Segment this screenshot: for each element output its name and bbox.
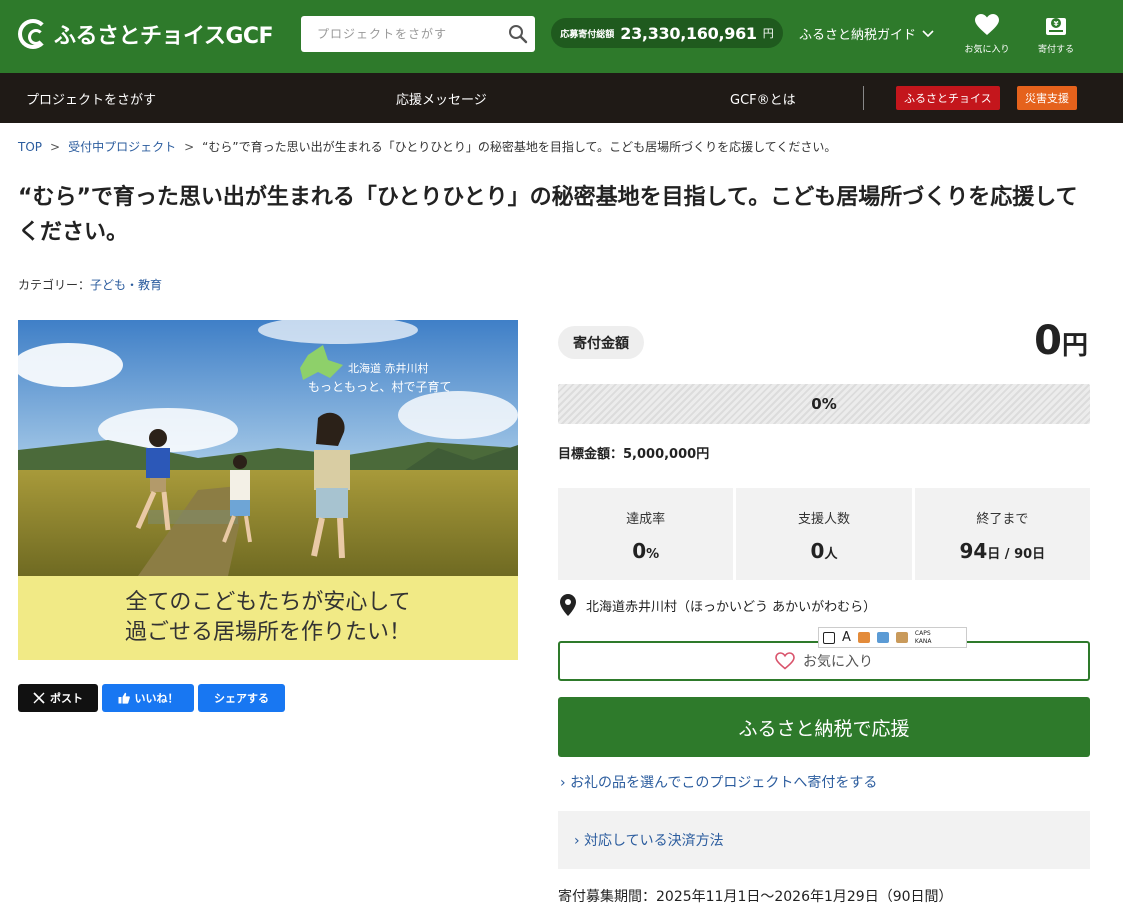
map-pin-icon xyxy=(560,594,576,616)
breadcrumb-separator: > xyxy=(184,140,195,154)
facebook-like-label: いいね！ xyxy=(134,692,179,705)
hero-caption: 全てのこどもたちが安心して 過ごせる居場所を作りたい！ xyxy=(18,576,518,660)
furusato-choice-badge[interactable]: ふるさとチョイス xyxy=(896,86,1000,110)
chevron-right-icon: › xyxy=(574,833,580,849)
breadcrumb: TOP > 受付中プロジェクト > “むら”で育った思い出が生まれる「ひとりひとり」の秘… xyxy=(18,138,836,155)
heart-icon xyxy=(975,14,999,35)
donation-amount-label: 寄付金額 xyxy=(558,326,644,359)
ime-toolbar: A CAPS KANA xyxy=(818,627,967,648)
nav-item-about-gcf[interactable]: GCF®とは xyxy=(730,89,796,108)
stat-achievement-rate: 達成率 0% xyxy=(558,488,734,580)
hero-photo xyxy=(18,320,518,576)
furusato-guide-menu[interactable]: ふるさと納税ガイド xyxy=(799,24,934,43)
facebook-like-button[interactable]: いいね！ xyxy=(102,684,194,712)
select-gift-link[interactable]: › お礼の品を選んでこのプロジェクトへ寄付をする xyxy=(560,772,877,792)
site-logo[interactable]: ふるさとチョイスGCF xyxy=(18,18,274,50)
breadcrumb-top[interactable]: TOP xyxy=(18,140,42,154)
breadcrumb-separator: > xyxy=(50,140,61,154)
donation-period: 寄付募集期間：2025年11月1日〜2026年1月29日（90日間） xyxy=(558,889,953,905)
project-hero-image: 北海道 赤井川村 もっともっと、村で子育て 全てのこどもたちが安心して 過ごせる… xyxy=(18,320,518,660)
stat-label: 達成率 xyxy=(626,512,666,527)
total-donation-badge: 応募寄付総額 23,330,160,961 円 xyxy=(551,18,783,48)
breadcrumb-accepting-projects[interactable]: 受付中プロジェクト xyxy=(68,140,176,154)
target-amount: 目標金額：5,000,000円 xyxy=(558,447,710,462)
ime-tool-icon[interactable] xyxy=(857,632,870,643)
thumbs-up-icon xyxy=(118,692,130,704)
stat-supporters: 支援人数 0人 xyxy=(736,488,912,580)
x-logo-icon xyxy=(33,692,45,704)
donation-amount-unit: 円 xyxy=(1061,331,1088,361)
header-donate-label: 寄付する xyxy=(1037,45,1074,55)
stat-label: 支援人数 xyxy=(797,512,850,527)
donation-amount-value: 0 xyxy=(1034,318,1062,364)
site-header: ふるさとチョイスGCF 応募寄付総額 23,330,160,961 円 ふるさと… xyxy=(0,0,1123,73)
ime-kana-label: KANA xyxy=(914,637,932,645)
breadcrumb-current: “むら”で育った思い出が生まれる「ひとりひとり」の秘密基地を目指して。こども居場… xyxy=(202,140,837,154)
main-nav: プロジェクトをさがす 応援メッセージ GCF®とは ふるさとチョイス 災害支援 xyxy=(0,73,1123,123)
search-input[interactable] xyxy=(301,16,501,52)
stat-unit: % xyxy=(646,547,660,562)
hero-caption-line-2: 過ごせる居場所を作りたい！ xyxy=(124,620,411,645)
search-button[interactable] xyxy=(501,16,535,52)
add-favorite-label: お気に入り xyxy=(803,654,873,670)
stat-value: 0 xyxy=(810,539,825,563)
x-post-label: ポスト xyxy=(50,692,83,705)
stats-grid: 達成率 0% 支援人数 0人 終了まで 94日 / 90日 xyxy=(558,488,1090,580)
x-post-button[interactable]: ポスト xyxy=(18,684,98,712)
select-gift-label: お礼の品を選んでこのプロジェクトへ寄付をする xyxy=(570,775,878,791)
nav-divider xyxy=(863,86,864,110)
hero-caption-line-1: 全てのこどもたちが安心して xyxy=(125,590,411,615)
header-favorites-label: お気に入り xyxy=(964,45,1010,55)
ime-font-icon[interactable]: A xyxy=(842,630,851,645)
donate-box-icon: ¥ xyxy=(1046,18,1066,35)
payment-methods-link[interactable]: › 対応している決済方法 xyxy=(574,830,724,850)
total-donation-unit: 円 xyxy=(762,27,774,40)
logo-text: ふるさとチョイスGCF xyxy=(54,24,274,49)
total-donation-value: 23,330,160,961 xyxy=(620,23,757,43)
furusato-donate-button[interactable]: ふるさと納税で応援 xyxy=(558,697,1090,757)
hero-slogan-text: もっともっと、村で子育て xyxy=(308,380,452,394)
donation-amount: 0円 xyxy=(1034,318,1088,364)
facebook-share-button[interactable]: シェアする xyxy=(198,684,285,712)
header-donate-button[interactable]: ¥ 寄付する xyxy=(1026,12,1086,55)
header-favorites-button[interactable]: お気に入り xyxy=(957,12,1017,55)
payment-methods-box: › 対応している決済方法 xyxy=(558,811,1090,869)
chevron-down-icon xyxy=(922,29,934,37)
heart-outline-icon xyxy=(775,652,795,670)
search-box xyxy=(301,16,535,52)
ime-mode-icon[interactable] xyxy=(823,631,835,644)
chevron-right-icon: › xyxy=(560,775,566,791)
ime-caps-label: CAPS xyxy=(914,629,931,637)
progress-bar: 0% xyxy=(558,384,1090,424)
page-title: “むら”で育った思い出が生まれる「ひとりひとり」の秘密基地を目指して。こども居場… xyxy=(18,185,1078,245)
stat-unit: 日 / 90日 xyxy=(987,547,1046,562)
stat-unit: 人 xyxy=(824,547,838,562)
category-label: カテゴリー： xyxy=(18,278,91,292)
facebook-share-label: シェアする xyxy=(214,692,269,705)
stat-label: 終了まで xyxy=(976,512,1029,527)
disaster-support-badge[interactable]: 災害支援 xyxy=(1017,86,1077,110)
project-location: 北海道赤井川村（ほっかいどう あかいがわむら） xyxy=(560,594,876,616)
guide-label: ふるさと納税ガイド xyxy=(799,28,917,43)
ime-box-icon[interactable] xyxy=(895,632,908,643)
nav-item-search-projects[interactable]: プロジェクトをさがす xyxy=(26,89,156,108)
search-icon xyxy=(509,25,528,44)
hero-place-text: 北海道 赤井川村 xyxy=(348,362,429,375)
svg-text:¥: ¥ xyxy=(1054,20,1059,28)
ime-dictionary-icon[interactable] xyxy=(876,632,889,643)
payment-methods-label: 対応している決済方法 xyxy=(584,833,724,849)
category-link[interactable]: 子ども・教育 xyxy=(90,278,162,292)
location-text: 北海道赤井川村（ほっかいどう あかいがわむら） xyxy=(586,599,877,615)
nav-item-messages[interactable]: 応援メッセージ xyxy=(396,89,487,108)
total-donation-label: 応募寄付総額 xyxy=(560,29,615,40)
ime-caps-kana: CAPS KANA xyxy=(915,630,932,646)
progress-percent: 0% xyxy=(811,395,837,413)
stat-value: 94 xyxy=(959,539,988,563)
category-line: カテゴリー：子ども・教育 xyxy=(18,276,162,293)
stat-value: 0 xyxy=(632,539,647,563)
logo-mark-icon xyxy=(18,19,48,49)
stat-days-remaining: 終了まで 94日 / 90日 xyxy=(914,488,1090,580)
